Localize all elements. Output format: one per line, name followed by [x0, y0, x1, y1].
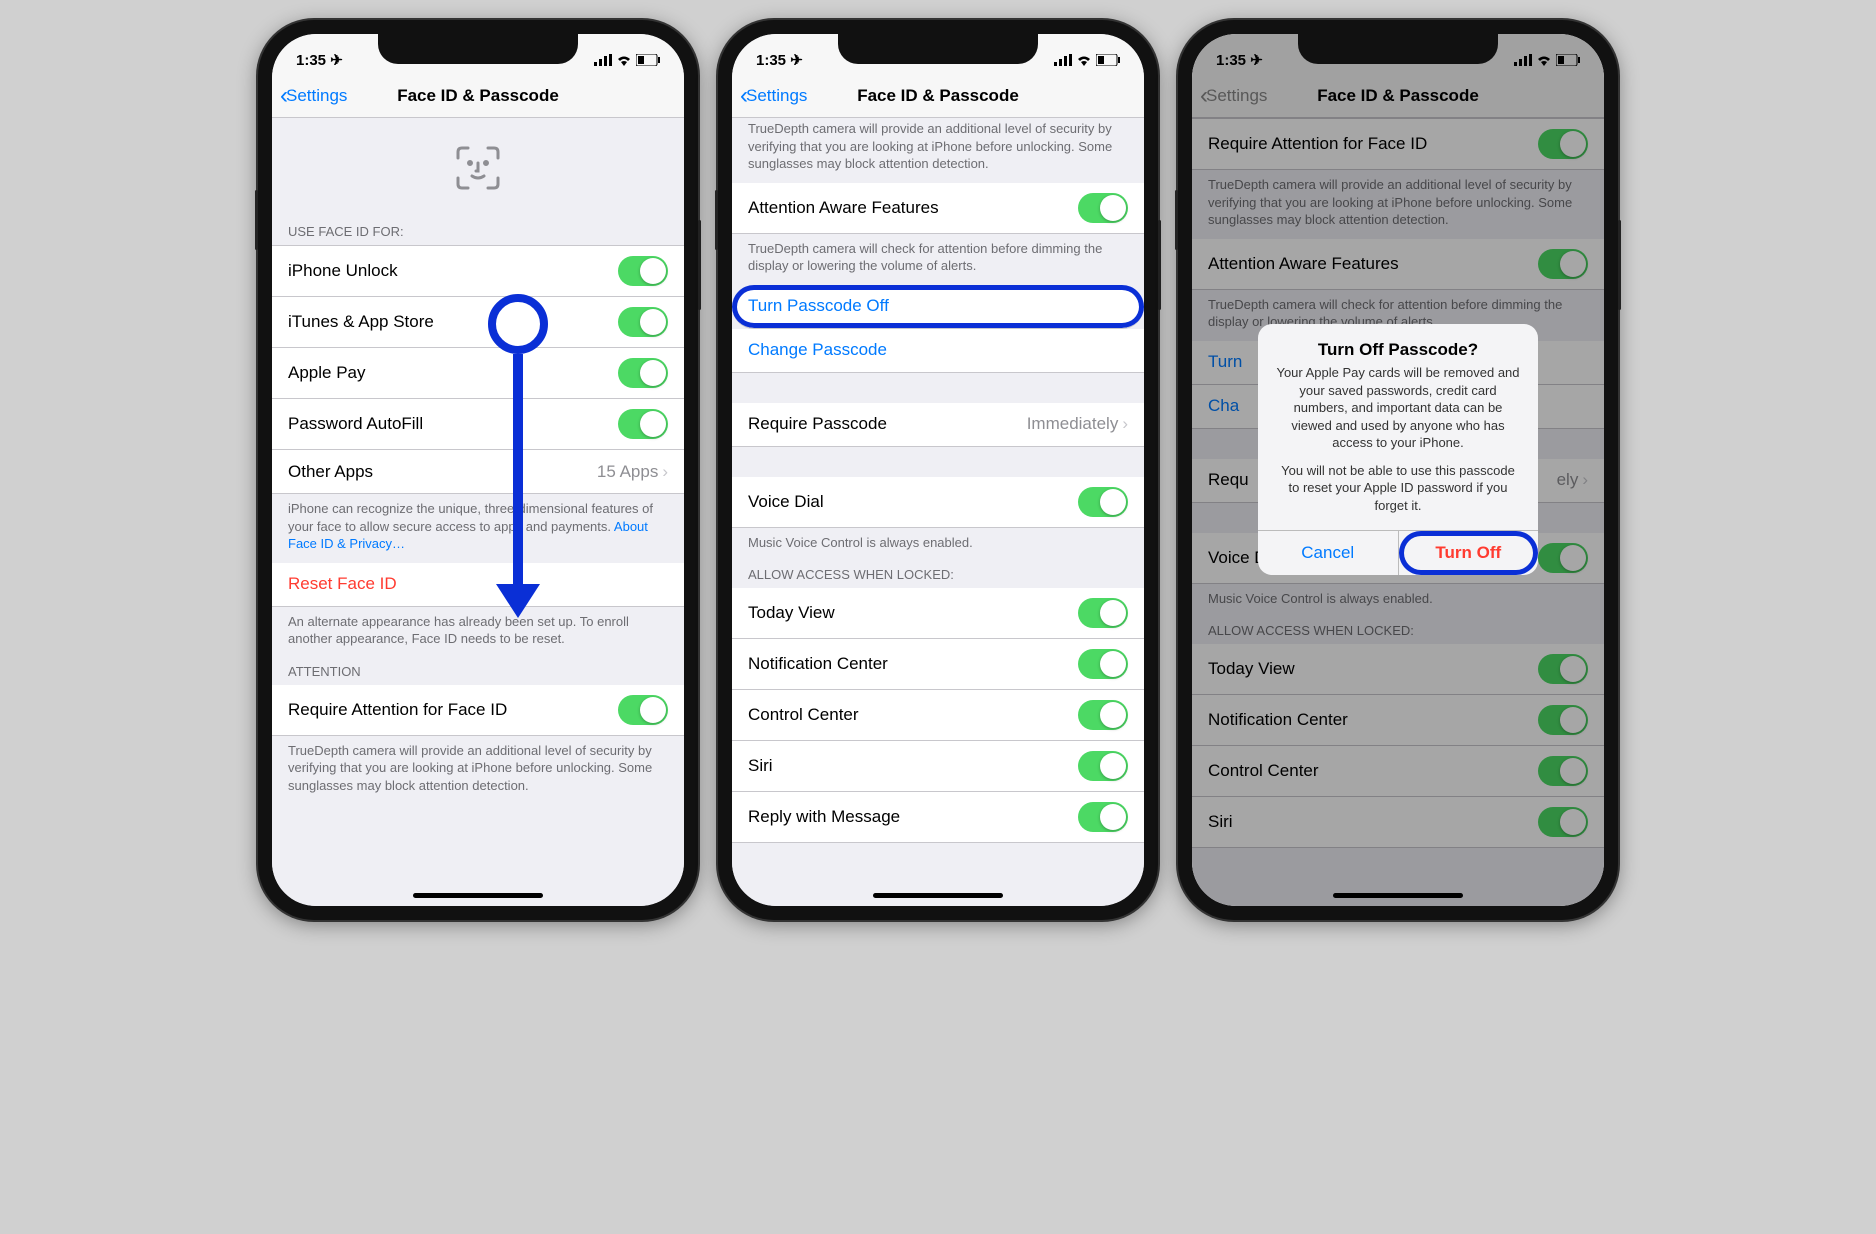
toggle-require-attention[interactable] — [618, 695, 668, 725]
require-passcode-detail: Immediately — [1027, 414, 1119, 434]
screen-3: 1:35 ✈︎ ‹ Settings Face ID & Passcode Re… — [1192, 34, 1604, 906]
alert-turn-off-passcode: Turn Off Passcode? Your Apple Pay cards … — [1258, 324, 1538, 575]
faceid-icon — [455, 145, 501, 191]
toggle-control-center[interactable] — [1078, 700, 1128, 730]
notch — [838, 34, 1038, 64]
nav-bar: ‹ Settings Face ID & Passcode — [272, 74, 684, 118]
alert-cancel-button[interactable]: Cancel — [1258, 531, 1399, 575]
footer-attention-aware: TrueDepth camera will check for attentio… — [732, 234, 1144, 285]
settings-content[interactable]: TrueDepth camera will provide an additio… — [732, 118, 1144, 906]
back-button[interactable]: ‹ Settings — [272, 82, 347, 110]
row-notification-center[interactable]: Notification Center — [732, 639, 1144, 690]
footer-attention: TrueDepth camera will provide an additio… — [272, 736, 684, 805]
row-password-autofill[interactable]: Password AutoFill — [272, 399, 684, 450]
row-voice-dial[interactable]: Voice Dial — [732, 477, 1144, 528]
status-time: 1:35 — [756, 52, 786, 69]
alert-message-1: Your Apple Pay cards will be removed and… — [1258, 364, 1538, 462]
back-button[interactable]: ‹ Settings — [732, 82, 807, 110]
row-other-apps[interactable]: Other Apps 15 Apps › — [272, 450, 684, 494]
settings-content[interactable]: USE FACE ID FOR: iPhone Unlock iTunes & … — [272, 118, 684, 906]
alert-buttons: Cancel Turn Off — [1258, 530, 1538, 575]
notch — [378, 34, 578, 64]
alert-message-2: You will not be able to use this passcod… — [1258, 462, 1538, 531]
toggle-itunes[interactable] — [618, 307, 668, 337]
footer-use-faceid: iPhone can recognize the unique, three-d… — [272, 494, 684, 563]
phone-frame-1: 1:35 ✈︎ ‹ Settings Face ID & Passcode — [258, 20, 698, 920]
alert-title: Turn Off Passcode? — [1258, 324, 1538, 364]
battery-icon — [1096, 54, 1120, 66]
toggle-today-view[interactable] — [1078, 598, 1128, 628]
row-today-view[interactable]: Today View — [732, 588, 1144, 639]
toggle-reply-message[interactable] — [1078, 802, 1128, 832]
footer-truedepth-top: TrueDepth camera will provide an additio… — [732, 118, 1144, 183]
nav-bar: ‹ Settings Face ID & Passcode — [732, 74, 1144, 118]
row-iphone-unlock[interactable]: iPhone Unlock — [272, 245, 684, 297]
section-header-attention: ATTENTION — [272, 658, 684, 685]
toggle-voice-dial[interactable] — [1078, 487, 1128, 517]
row-siri[interactable]: Siri — [732, 741, 1144, 792]
toggle-apple-pay[interactable] — [618, 358, 668, 388]
footer-reset: An alternate appearance has already been… — [272, 607, 684, 658]
toggle-siri[interactable] — [1078, 751, 1128, 781]
screen-1: 1:35 ✈︎ ‹ Settings Face ID & Passcode — [272, 34, 684, 906]
chevron-right-icon: › — [662, 462, 668, 482]
status-time: 1:35 — [296, 52, 326, 69]
chevron-right-icon: › — [1122, 414, 1128, 434]
row-turn-passcode-off[interactable]: Turn Passcode Off — [732, 285, 1144, 329]
section-header-use-faceid: USE FACE ID FOR: — [272, 218, 684, 245]
battery-icon — [636, 54, 660, 66]
home-indicator[interactable] — [873, 893, 1003, 898]
toggle-iphone-unlock[interactable] — [618, 256, 668, 286]
screen-2: 1:35 ✈︎ ‹ Settings Face ID & Passcode Tr… — [732, 34, 1144, 906]
row-require-attention[interactable]: Require Attention for Face ID — [272, 685, 684, 736]
faceid-icon-box — [272, 118, 684, 218]
row-attention-aware[interactable]: Attention Aware Features — [732, 183, 1144, 234]
row-reply-with-message[interactable]: Reply with Message — [732, 792, 1144, 843]
footer-voice-dial: Music Voice Control is always enabled. — [732, 528, 1144, 562]
cellular-icon — [594, 54, 612, 66]
row-require-passcode[interactable]: Require Passcode Immediately › — [732, 403, 1144, 447]
row-change-passcode[interactable]: Change Passcode — [732, 329, 1144, 373]
back-label: Settings — [746, 86, 807, 106]
row-reset-faceid[interactable]: Reset Face ID — [272, 563, 684, 607]
wifi-icon — [1076, 54, 1092, 66]
phone-frame-3: 1:35 ✈︎ ‹ Settings Face ID & Passcode Re… — [1178, 20, 1618, 920]
notch — [1298, 34, 1498, 64]
location-icon: ✈︎ — [330, 52, 343, 69]
back-label: Settings — [286, 86, 347, 106]
alert-turn-off-button[interactable]: Turn Off — [1399, 531, 1539, 575]
row-apple-pay[interactable]: Apple Pay — [272, 348, 684, 399]
phone-frame-2: 1:35 ✈︎ ‹ Settings Face ID & Passcode Tr… — [718, 20, 1158, 920]
home-indicator[interactable] — [413, 893, 543, 898]
other-apps-detail: 15 Apps — [597, 462, 658, 482]
wifi-icon — [616, 54, 632, 66]
cellular-icon — [1054, 54, 1072, 66]
section-header-allow-access: ALLOW ACCESS WHEN LOCKED: — [732, 561, 1144, 588]
toggle-autofill[interactable] — [618, 409, 668, 439]
toggle-notification-center[interactable] — [1078, 649, 1128, 679]
row-control-center[interactable]: Control Center — [732, 690, 1144, 741]
toggle-attention-aware[interactable] — [1078, 193, 1128, 223]
row-itunes-appstore[interactable]: iTunes & App Store — [272, 297, 684, 348]
